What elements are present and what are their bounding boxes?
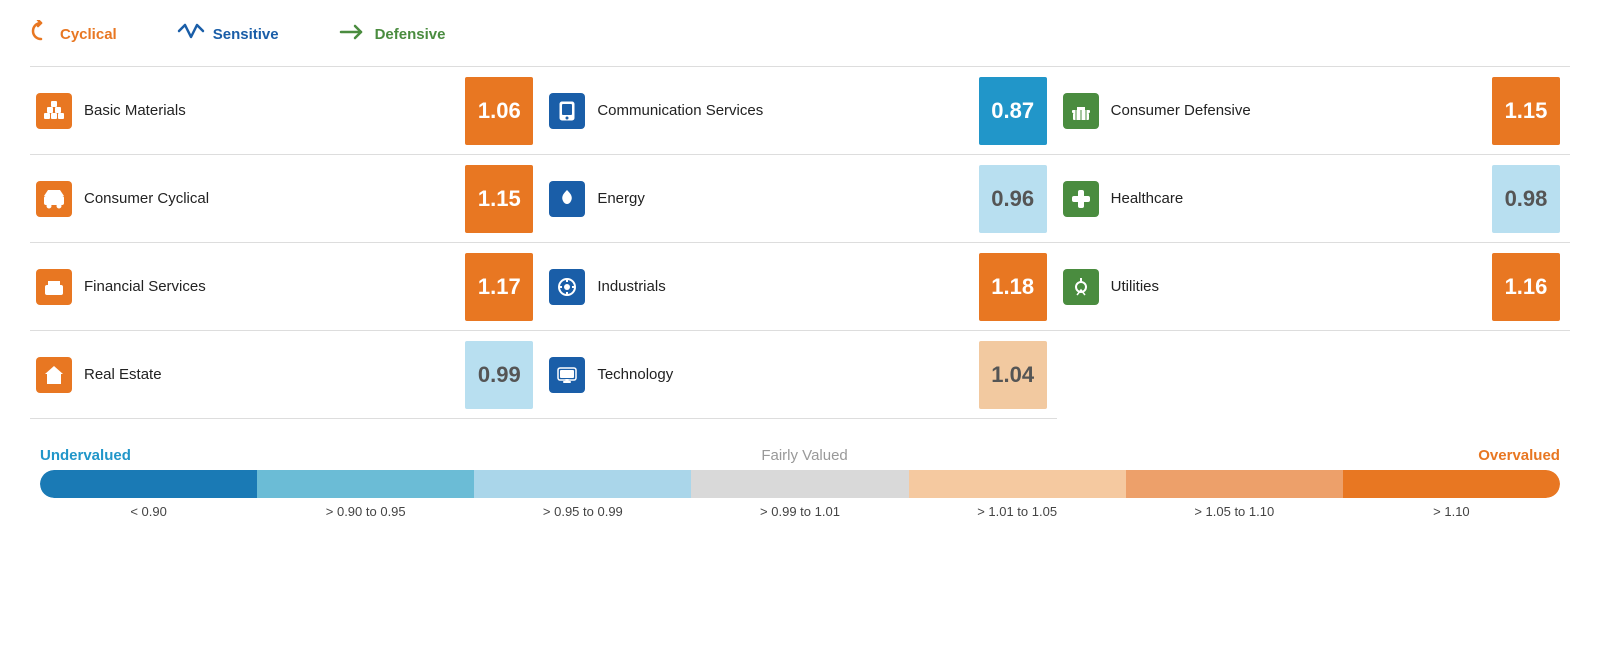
table-row: Consumer Defensive 1.15 [1057,67,1570,155]
technology-icon [549,357,585,393]
table-row: Technology 1.04 [543,331,1056,419]
sensitive-column: Communication Services 0.87 Energy 0.96 [543,67,1056,419]
undervalued-label: Undervalued [40,447,131,464]
consumer-cyclical-value: 1.15 [465,165,533,233]
communication-services-value: 0.87 [979,77,1047,145]
utilities-name: Utilities [1111,278,1159,295]
industrials-icon [549,269,585,305]
overvalued-label: Overvalued [1478,447,1560,464]
bar-bottom-label-2: > 0.90 to 0.95 [257,504,474,519]
defensive-icon [339,23,367,46]
industrials-name: Industrials [597,278,665,295]
legend-cyclical: Cyclical [30,20,117,48]
bar-segment-4 [691,470,908,498]
consumer-defensive-icon [1063,93,1099,129]
bar-labels-top: Undervalued Fairly Valued Overvalued [40,447,1560,464]
table-row: Financial Services 1.17 [30,243,543,331]
bar-segment-5 [909,470,1126,498]
basic-materials-icon [36,93,72,129]
energy-name: Energy [597,190,645,207]
table-row: Communication Services 0.87 [543,67,1056,155]
bar-bottom-label-1: < 0.90 [40,504,257,519]
healthcare-name: Healthcare [1111,190,1184,207]
bar-bottom-label-3: > 0.95 to 0.99 [474,504,691,519]
bar-labels-bottom: < 0.90 > 0.90 to 0.95 > 0.95 to 0.99 > 0… [40,504,1560,519]
communication-services-name: Communication Services [597,102,763,119]
communication-services-icon [549,93,585,129]
legend-defensive: Defensive [339,23,446,46]
healthcare-value: 0.98 [1492,165,1560,233]
consumer-defensive-value: 1.15 [1492,77,1560,145]
cyclical-column: Basic Materials 1.06 Consumer Cyclical 1… [30,67,543,419]
bar-bottom-label-6: > 1.05 to 1.10 [1126,504,1343,519]
table-row: Energy 0.96 [543,155,1056,243]
utilities-value: 1.16 [1492,253,1560,321]
consumer-defensive-name: Consumer Defensive [1111,102,1251,119]
energy-icon [549,181,585,217]
table-row: Basic Materials 1.06 [30,67,543,155]
legend-sensitive: Sensitive [177,20,279,48]
sensitive-label: Sensitive [213,26,279,43]
fairly-valued-label: Fairly Valued [761,447,847,464]
real-estate-name: Real Estate [84,366,162,383]
defensive-label: Defensive [375,26,446,43]
financial-services-value: 1.17 [465,253,533,321]
bar-segment-2 [257,470,474,498]
basic-materials-value: 1.06 [465,77,533,145]
table-row: Real Estate 0.99 [30,331,543,419]
technology-name: Technology [597,366,673,383]
sensitive-icon [177,20,205,48]
bar-bottom-label-5: > 1.01 to 1.05 [909,504,1126,519]
bar-segment-7 [1343,470,1560,498]
bar-segment-6 [1126,470,1343,498]
bar-segment-1 [40,470,257,498]
financial-services-icon [36,269,72,305]
consumer-cyclical-icon [36,181,72,217]
legend-row: Cyclical Sensitive Defensive [30,20,1570,48]
table-row: Consumer Cyclical 1.15 [30,155,543,243]
legend-bar-section: Undervalued Fairly Valued Overvalued < 0… [30,447,1570,519]
defensive-column: Consumer Defensive 1.15 Healthcare 0.98 [1057,67,1570,419]
utilities-icon [1063,269,1099,305]
consumer-cyclical-name: Consumer Cyclical [84,190,209,207]
industrials-value: 1.18 [979,253,1047,321]
table-row: Healthcare 0.98 [1057,155,1570,243]
color-bar [40,470,1560,498]
real-estate-value: 0.99 [465,341,533,409]
table-row: Utilities 1.16 [1057,243,1570,331]
real-estate-icon [36,357,72,393]
bar-bottom-label-7: > 1.10 [1343,504,1560,519]
bar-segment-3 [474,470,691,498]
cyclical-icon [30,20,52,48]
table-row: Industrials 1.18 [543,243,1056,331]
energy-value: 0.96 [979,165,1047,233]
financial-services-name: Financial Services [84,278,206,295]
technology-value: 1.04 [979,341,1047,409]
basic-materials-name: Basic Materials [84,102,186,119]
empty-row [1057,331,1570,419]
healthcare-icon [1063,181,1099,217]
main-grid: Basic Materials 1.06 Consumer Cyclical 1… [30,66,1570,419]
bar-bottom-label-4: > 0.99 to 1.01 [691,504,908,519]
cyclical-label: Cyclical [60,26,117,43]
